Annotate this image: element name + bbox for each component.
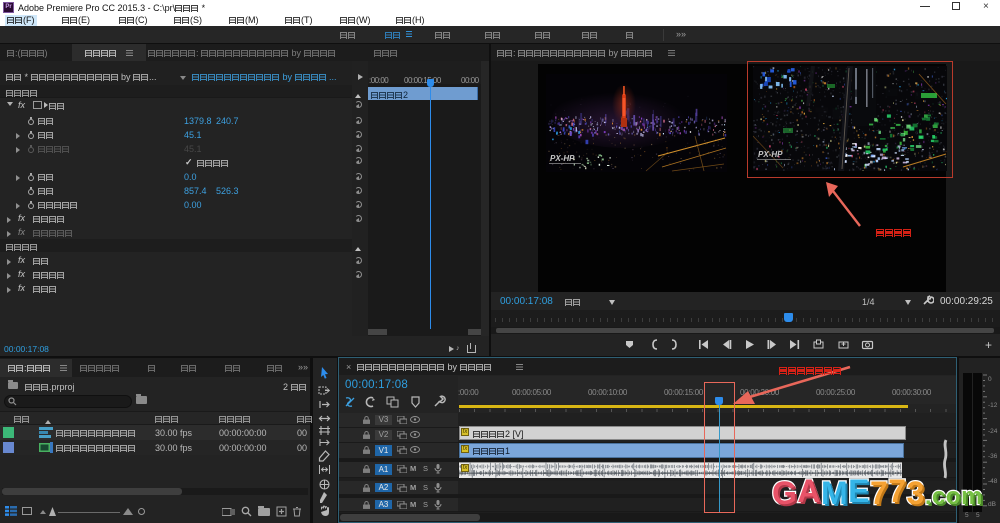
- svg-text:PX-HP: PX-HP: [550, 154, 575, 163]
